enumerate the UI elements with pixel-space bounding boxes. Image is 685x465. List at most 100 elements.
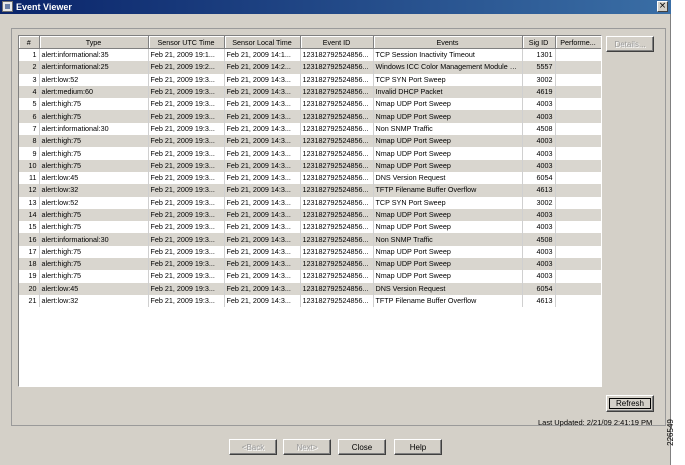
table-cell: 123182792524856... <box>300 258 374 271</box>
table-cell: 4003 <box>522 98 556 111</box>
table-cell: alert:informational:30 <box>39 233 149 246</box>
table-row[interactable]: 11 alert:low:45 Feb 21, 2009 19:3... Feb 21… <box>19 171 601 185</box>
table-cell: 21 <box>19 294 40 308</box>
table-cell <box>555 135 601 148</box>
table-cell <box>555 73 601 86</box>
table-cell <box>555 85 601 99</box>
table-cell: Feb 21, 2009 19:3... <box>148 73 225 86</box>
table-cell: 123182792524856... <box>300 233 374 246</box>
events-table[interactable]: # Type Sensor UTC Time Sensor Local Time Eve… <box>18 35 602 387</box>
table-cell: Feb 21, 2009 19:3... <box>148 135 225 148</box>
table-cell: 123182792524856... <box>300 122 374 136</box>
table-cell <box>555 98 601 111</box>
column-header[interactable]: Sensor UTC Time <box>148 36 225 49</box>
figure-id-text: 226549 <box>665 419 675 446</box>
table-cell: 1301 <box>522 48 556 62</box>
table-cell: Feb 21, 2009 19:3... <box>148 282 225 295</box>
table-cell: Feb 21, 2009 14:3... <box>224 147 301 160</box>
table-cell: Feb 21, 2009 14:3... <box>224 258 301 271</box>
table-cell: 13 <box>19 196 40 209</box>
figure-id: 226549 <box>666 410 685 460</box>
window-close-button[interactable]: × <box>657 1 668 12</box>
table-cell: 10 <box>19 159 40 172</box>
table-row[interactable]: 9 alert:high:75 Feb 21, 2009 19:3... Feb 21… <box>19 147 601 160</box>
column-header[interactable]: Performe... <box>555 36 601 49</box>
table-cell: 4613 <box>522 294 556 308</box>
table-row[interactable]: 8 alert:high:75 Feb 21, 2009 19:3... Feb 21… <box>19 135 601 148</box>
table-row[interactable]: 14 alert:high:75 Feb 21, 2009 19:3... Feb 2… <box>19 208 601 222</box>
table-cell: 9 <box>19 147 40 160</box>
table-cell: alert:low:32 <box>39 294 149 308</box>
table-cell: 4619 <box>522 85 556 99</box>
close-button[interactable]: Close <box>338 439 386 455</box>
column-header[interactable]: Type <box>39 36 149 49</box>
table-cell: Feb 21, 2009 14:3... <box>224 184 301 197</box>
table-row[interactable]: 2 alert:informational:25 Feb 21, 2009 19:2… <box>19 61 601 74</box>
table-row[interactable]: 7 alert:informational:30 Feb 21, 2009 19:3… <box>19 122 601 136</box>
table-row[interactable]: 21 alert:low:32 Feb 21, 2009 19:3... Feb 21… <box>19 294 601 308</box>
column-header[interactable]: Sig ID <box>522 36 556 49</box>
help-button[interactable]: Help <box>394 439 442 455</box>
table-cell <box>555 233 601 246</box>
table-cell: alert:high:75 <box>39 270 149 283</box>
table-cell: 3 <box>19 73 40 86</box>
table-row[interactable]: 16 alert:informational:30 Feb 21, 2009 19:… <box>19 233 601 246</box>
table-cell <box>555 294 601 308</box>
table-cell: 123182792524856... <box>300 282 374 295</box>
table-cell <box>555 245 601 259</box>
table-cell <box>555 270 601 283</box>
table-row[interactable]: 19 alert:high:75 Feb 21, 2009 19:3... Feb 2… <box>19 270 601 283</box>
table-cell: Feb 21, 2009 19:3... <box>148 245 225 259</box>
table-cell: Nmap UDP Port Sweep <box>373 110 523 123</box>
table-cell <box>555 147 601 160</box>
table-cell: Feb 21, 2009 14:3... <box>224 73 301 86</box>
table-cell: 4613 <box>522 184 556 197</box>
table-cell: TCP SYN Port Sweep <box>373 196 523 209</box>
table-cell: 123182792524856... <box>300 110 374 123</box>
table-cell: alert:low:52 <box>39 196 149 209</box>
table-cell: alert:high:75 <box>39 110 149 123</box>
table-cell: Feb 21, 2009 19:3... <box>148 85 225 99</box>
table-cell: Nmap UDP Port Sweep <box>373 98 523 111</box>
next-button[interactable]: Next> <box>283 439 331 455</box>
details-button[interactable]: Details... <box>606 36 654 52</box>
table-cell: 2 <box>19 61 40 74</box>
table-cell: 123182792524856... <box>300 98 374 111</box>
column-header[interactable]: Events <box>373 36 523 49</box>
column-header[interactable]: Event ID <box>300 36 374 49</box>
table-cell: Feb 21, 2009 19:3... <box>148 221 225 234</box>
table-cell: Feb 21, 2009 19:3... <box>148 233 225 246</box>
table-cell: Feb 21, 2009 14:1... <box>224 48 301 62</box>
table-row[interactable]: 12 alert:low:32 Feb 21, 2009 19:3... Feb 21… <box>19 184 601 197</box>
table-cell: 4003 <box>522 110 556 123</box>
refresh-button[interactable]: Refresh <box>606 395 654 412</box>
table-cell: Feb 21, 2009 19:3... <box>148 196 225 209</box>
table-row[interactable]: 13 alert:low:52 Feb 21, 2009 19:3... Feb 21… <box>19 196 601 209</box>
table-row[interactable]: 10 alert:high:75 Feb 21, 2009 19:3... Feb 2… <box>19 159 601 172</box>
table-cell: 123182792524856... <box>300 245 374 259</box>
table-cell: alert:high:75 <box>39 147 149 160</box>
table-row[interactable]: 15 alert:high:75 Feb 21, 2009 19:3... Feb 2… <box>19 221 601 234</box>
table-cell: Windows ICC Color Management Module Vul. <box>373 61 523 74</box>
table-row[interactable]: 4 alert:medium:60 Feb 21, 2009 19:3... Feb … <box>19 85 601 99</box>
back-button[interactable]: <Back <box>229 439 277 455</box>
table-row[interactable]: 3 alert:low:52 Feb 21, 2009 19:3... Feb 21,… <box>19 73 601 86</box>
table-row[interactable]: 20 alert:low:45 Feb 21, 2009 19:3... Feb 21… <box>19 282 601 295</box>
table-cell: 123182792524856... <box>300 147 374 160</box>
window-title: Event Viewer <box>16 2 72 12</box>
last-updated-status: Last Updated: 2/21/09 2:41:19 PM <box>538 418 653 427</box>
table-cell: Feb 21, 2009 19:3... <box>148 110 225 123</box>
table-cell: 123182792524856... <box>300 48 374 62</box>
table-row[interactable]: 17 alert:high:75 Feb 21, 2009 19:3... Feb 2… <box>19 245 601 259</box>
table-cell: alert:high:75 <box>39 208 149 222</box>
table-cell: Feb 21, 2009 14:3... <box>224 270 301 283</box>
table-cell: 6054 <box>522 171 556 185</box>
table-cell: Feb 21, 2009 14:3... <box>224 159 301 172</box>
title-bar[interactable]: Event Viewer × <box>0 0 671 14</box>
column-header[interactable]: # <box>19 36 40 49</box>
table-row[interactable]: 6 alert:high:75 Feb 21, 2009 19:3... Feb 21… <box>19 110 601 123</box>
table-row[interactable]: 18 alert:high:75 Feb 21, 2009 19:3... Feb 2… <box>19 258 601 271</box>
table-row[interactable]: 5 alert:high:75 Feb 21, 2009 19:3... Feb 21… <box>19 98 601 111</box>
column-header[interactable]: Sensor Local Time <box>224 36 301 49</box>
table-row[interactable]: 1 alert:informational:35 Feb 21, 2009 19:1… <box>19 48 601 62</box>
